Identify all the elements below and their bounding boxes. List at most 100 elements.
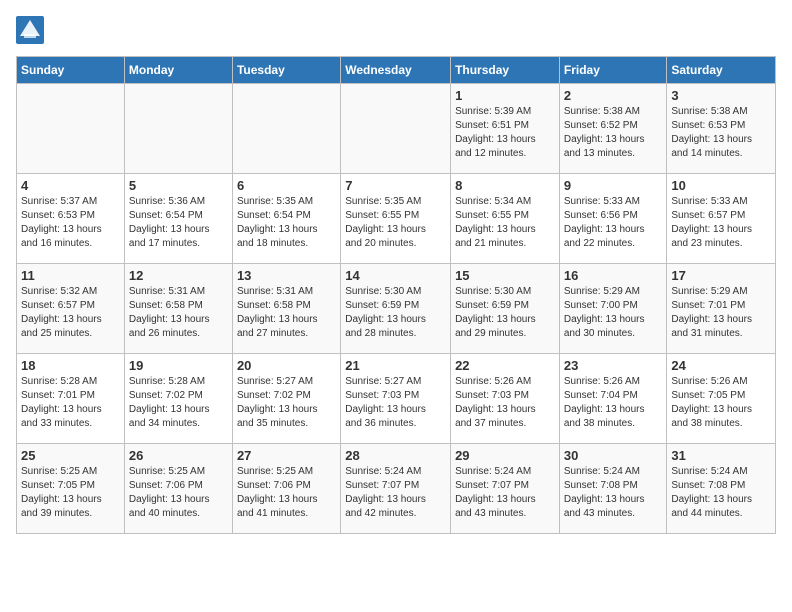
day-number: 14 — [345, 268, 446, 283]
day-info: Sunrise: 5:30 AM Sunset: 6:59 PM Dayligh… — [455, 285, 555, 341]
day-cell — [124, 84, 232, 174]
day-info: Sunrise: 5:39 AM Sunset: 6:51 PM Dayligh… — [455, 105, 555, 161]
day-info: Sunrise: 5:35 AM Sunset: 6:55 PM Dayligh… — [345, 195, 446, 251]
day-info: Sunrise: 5:33 AM Sunset: 6:57 PM Dayligh… — [671, 195, 771, 251]
day-number: 24 — [671, 358, 771, 373]
day-number: 21 — [345, 358, 446, 373]
day-info: Sunrise: 5:33 AM Sunset: 6:56 PM Dayligh… — [564, 195, 663, 251]
day-info: Sunrise: 5:35 AM Sunset: 6:54 PM Dayligh… — [237, 195, 336, 251]
day-cell: 27 Sunrise: 5:25 AM Sunset: 7:06 PM Dayli… — [232, 444, 340, 534]
day-number: 4 — [21, 178, 120, 193]
day-info: Sunrise: 5:38 AM Sunset: 6:53 PM Dayligh… — [671, 105, 771, 161]
day-number: 30 — [564, 448, 663, 463]
day-cell: 18 Sunrise: 5:28 AM Sunset: 7:01 PM Dayli… — [17, 354, 125, 444]
day-number: 3 — [671, 88, 771, 103]
day-cell: 13 Sunrise: 5:31 AM Sunset: 6:58 PM Dayli… — [232, 264, 340, 354]
day-number: 2 — [564, 88, 663, 103]
day-info: Sunrise: 5:25 AM Sunset: 7:06 PM Dayligh… — [237, 465, 336, 521]
day-cell: 29 Sunrise: 5:24 AM Sunset: 7:07 PM Dayli… — [451, 444, 560, 534]
day-info: Sunrise: 5:24 AM Sunset: 7:07 PM Dayligh… — [455, 465, 555, 521]
day-number: 11 — [21, 268, 120, 283]
day-cell: 3 Sunrise: 5:38 AM Sunset: 6:53 PM Daylig… — [667, 84, 776, 174]
day-cell: 28 Sunrise: 5:24 AM Sunset: 7:07 PM Dayli… — [341, 444, 451, 534]
day-cell: 21 Sunrise: 5:27 AM Sunset: 7:03 PM Dayli… — [341, 354, 451, 444]
day-info: Sunrise: 5:28 AM Sunset: 7:02 PM Dayligh… — [129, 375, 228, 431]
day-info: Sunrise: 5:25 AM Sunset: 7:05 PM Dayligh… — [21, 465, 120, 521]
calendar-table: SundayMondayTuesdayWednesdayThursdayFrid… — [16, 56, 776, 534]
day-number: 27 — [237, 448, 336, 463]
day-cell: 17Sunrise: 5:29 AM Sunset: 7:01 PM Dayli… — [667, 264, 776, 354]
day-cell: 24 Sunrise: 5:26 AM Sunset: 7:05 PM Dayli… — [667, 354, 776, 444]
day-info: Sunrise: 5:27 AM Sunset: 7:02 PM Dayligh… — [237, 375, 336, 431]
day-info: Sunrise: 5:31 AM Sunset: 6:58 PM Dayligh… — [129, 285, 228, 341]
day-number: 22 — [455, 358, 555, 373]
calendar-header: SundayMondayTuesdayWednesdayThursdayFrid… — [17, 57, 776, 84]
day-cell: 19 Sunrise: 5:28 AM Sunset: 7:02 PM Dayli… — [124, 354, 232, 444]
week-row-2: 4 Sunrise: 5:37 AM Sunset: 6:53 PM Daylig… — [17, 174, 776, 264]
day-cell: 2 Sunrise: 5:38 AM Sunset: 6:52 PM Daylig… — [559, 84, 667, 174]
day-number: 16 — [564, 268, 663, 283]
day-number: 1 — [455, 88, 555, 103]
day-cell: 9Sunrise: 5:33 AM Sunset: 6:56 PM Daylig… — [559, 174, 667, 264]
day-info: Sunrise: 5:29 AM Sunset: 7:01 PM Dayligh… — [671, 285, 771, 341]
header-cell-wednesday: Wednesday — [341, 57, 451, 84]
day-cell: 23 Sunrise: 5:26 AM Sunset: 7:04 PM Dayli… — [559, 354, 667, 444]
day-cell: 8Sunrise: 5:34 AM Sunset: 6:55 PM Daylig… — [451, 174, 560, 264]
day-cell: 22 Sunrise: 5:26 AM Sunset: 7:03 PM Dayli… — [451, 354, 560, 444]
day-number: 6 — [237, 178, 336, 193]
day-info: Sunrise: 5:36 AM Sunset: 6:54 PM Dayligh… — [129, 195, 228, 251]
day-info: Sunrise: 5:38 AM Sunset: 6:52 PM Dayligh… — [564, 105, 663, 161]
header-cell-saturday: Saturday — [667, 57, 776, 84]
day-info: Sunrise: 5:24 AM Sunset: 7:07 PM Dayligh… — [345, 465, 446, 521]
week-row-1: 1 Sunrise: 5:39 AM Sunset: 6:51 PM Daylig… — [17, 84, 776, 174]
day-number: 23 — [564, 358, 663, 373]
day-number: 29 — [455, 448, 555, 463]
day-info: Sunrise: 5:31 AM Sunset: 6:58 PM Dayligh… — [237, 285, 336, 341]
day-cell: 25 Sunrise: 5:25 AM Sunset: 7:05 PM Dayli… — [17, 444, 125, 534]
day-number: 15 — [455, 268, 555, 283]
day-number: 7 — [345, 178, 446, 193]
day-info: Sunrise: 5:25 AM Sunset: 7:06 PM Dayligh… — [129, 465, 228, 521]
day-info: Sunrise: 5:24 AM Sunset: 7:08 PM Dayligh… — [671, 465, 771, 521]
day-info: Sunrise: 5:30 AM Sunset: 6:59 PM Dayligh… — [345, 285, 446, 341]
day-cell: 5 Sunrise: 5:36 AM Sunset: 6:54 PM Daylig… — [124, 174, 232, 264]
day-cell: 20 Sunrise: 5:27 AM Sunset: 7:02 PM Dayli… — [232, 354, 340, 444]
logo-icon — [16, 16, 44, 44]
day-cell: 15 Sunrise: 5:30 AM Sunset: 6:59 PM Dayli… — [451, 264, 560, 354]
day-cell: 7 Sunrise: 5:35 AM Sunset: 6:55 PM Daylig… — [341, 174, 451, 264]
day-number: 28 — [345, 448, 446, 463]
day-info: Sunrise: 5:26 AM Sunset: 7:03 PM Dayligh… — [455, 375, 555, 431]
day-info: Sunrise: 5:24 AM Sunset: 7:08 PM Dayligh… — [564, 465, 663, 521]
day-info: Sunrise: 5:28 AM Sunset: 7:01 PM Dayligh… — [21, 375, 120, 431]
header-cell-tuesday: Tuesday — [232, 57, 340, 84]
day-cell: 16 Sunrise: 5:29 AM Sunset: 7:00 PM Dayli… — [559, 264, 667, 354]
day-number: 31 — [671, 448, 771, 463]
calendar-body: 1 Sunrise: 5:39 AM Sunset: 6:51 PM Daylig… — [17, 84, 776, 534]
day-cell: 11 Sunrise: 5:32 AM Sunset: 6:57 PM Dayli… — [17, 264, 125, 354]
day-info: Sunrise: 5:29 AM Sunset: 7:00 PM Dayligh… — [564, 285, 663, 341]
day-number: 25 — [21, 448, 120, 463]
day-number: 5 — [129, 178, 228, 193]
day-info: Sunrise: 5:26 AM Sunset: 7:05 PM Dayligh… — [671, 375, 771, 431]
day-cell — [232, 84, 340, 174]
day-number: 18 — [21, 358, 120, 373]
day-number: 19 — [129, 358, 228, 373]
header-cell-friday: Friday — [559, 57, 667, 84]
day-info: Sunrise: 5:32 AM Sunset: 6:57 PM Dayligh… — [21, 285, 120, 341]
day-info: Sunrise: 5:26 AM Sunset: 7:04 PM Dayligh… — [564, 375, 663, 431]
day-cell: 12Sunrise: 5:31 AM Sunset: 6:58 PM Dayli… — [124, 264, 232, 354]
day-cell: 4 Sunrise: 5:37 AM Sunset: 6:53 PM Daylig… — [17, 174, 125, 264]
day-cell — [341, 84, 451, 174]
day-info: Sunrise: 5:37 AM Sunset: 6:53 PM Dayligh… — [21, 195, 120, 251]
header-row: SundayMondayTuesdayWednesdayThursdayFrid… — [17, 57, 776, 84]
page-header — [16, 16, 776, 44]
day-number: 13 — [237, 268, 336, 283]
day-number: 20 — [237, 358, 336, 373]
day-number: 26 — [129, 448, 228, 463]
day-cell: 26 Sunrise: 5:25 AM Sunset: 7:06 PM Dayli… — [124, 444, 232, 534]
day-cell: 1 Sunrise: 5:39 AM Sunset: 6:51 PM Daylig… — [451, 84, 560, 174]
day-info: Sunrise: 5:27 AM Sunset: 7:03 PM Dayligh… — [345, 375, 446, 431]
day-cell: 31 Sunrise: 5:24 AM Sunset: 7:08 PM Dayli… — [667, 444, 776, 534]
logo — [16, 16, 48, 44]
header-cell-thursday: Thursday — [451, 57, 560, 84]
